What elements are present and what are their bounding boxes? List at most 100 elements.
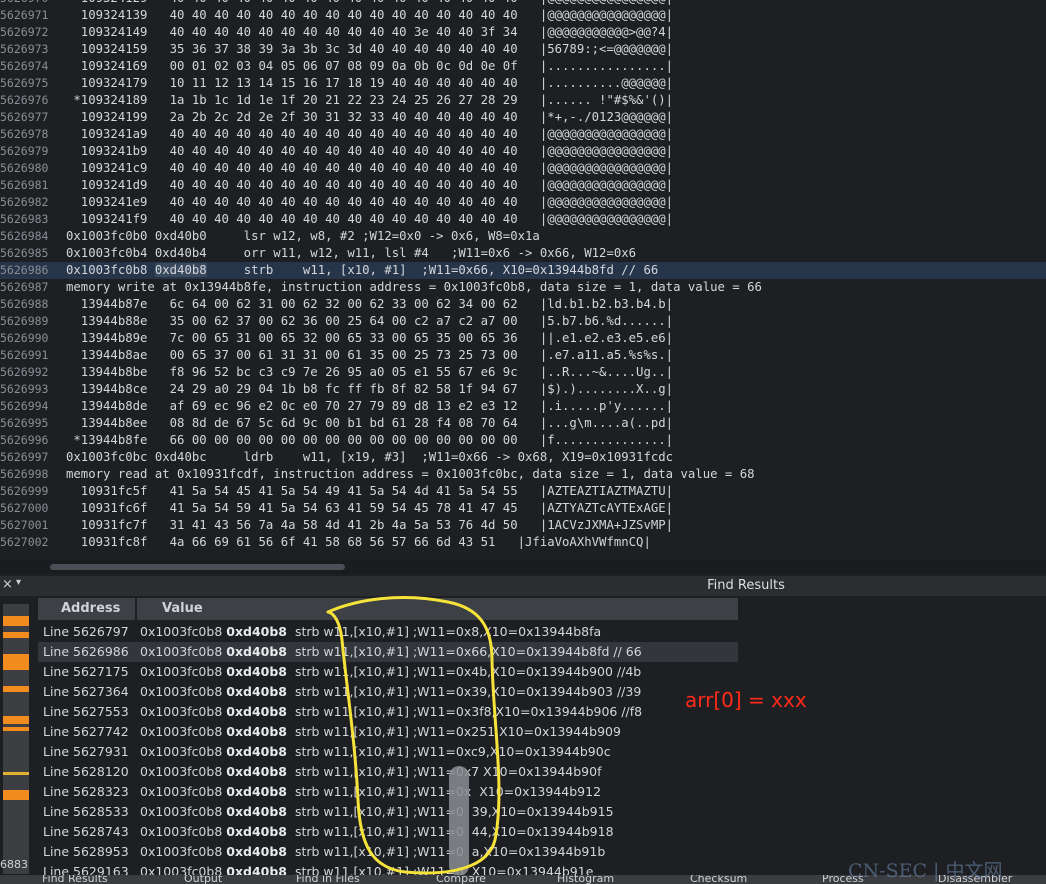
trace-line[interactable]: 5626995 13944b8ee 08 8d de 67 5c 6d 9c 0… xyxy=(0,415,1046,432)
trace-line[interactable]: 5626999 10931fc5f 41 5a 54 45 41 5a 54 4… xyxy=(0,483,1046,500)
trace-line[interactable]: 5626996 *13944b8fe 66 00 00 00 00 00 00 … xyxy=(0,432,1046,449)
result-address: Line 5628743 xyxy=(43,824,129,839)
result-row[interactable]: Line 5627931 0x1003fc0b8 0xd40b8 strb w11… xyxy=(38,742,738,762)
result-row[interactable]: Line 5627742 0x1003fc0b8 0xd40b8 strb w11… xyxy=(38,722,738,742)
line-content: 10931fc8f 4a 66 69 61 56 6f 41 58 68 56 … xyxy=(66,535,651,549)
status-tab[interactable]: Compare xyxy=(436,875,486,884)
line-content: 1093241b9 40 40 40 40 40 40 40 40 40 40 … xyxy=(66,144,674,158)
line-number: 5626974 xyxy=(0,59,49,73)
line-number: 5626992 xyxy=(0,365,49,379)
trace-line[interactable]: 5626987 memory write at 0x13944b8fe, inst… xyxy=(0,279,1046,296)
trace-line[interactable]: 5626993 13944b8ce 24 29 a0 29 04 1b b8 f… xyxy=(0,381,1046,398)
line-content: 10931fc7f 31 41 43 56 7a 4a 58 4d 41 2b … xyxy=(66,518,674,532)
trace-line[interactable]: 5626978 1093241a9 40 40 40 40 40 40 40 4… xyxy=(0,126,1046,143)
line-number: 5626994 xyxy=(0,399,49,413)
column-header-address[interactable]: Address xyxy=(38,598,135,620)
line-number: 5626983 xyxy=(0,212,49,226)
result-value: 0x1003fc0b8 0xd40b8 strb w11,[x10,#1] ;W… xyxy=(140,804,614,819)
panel-title: Find Results xyxy=(707,578,785,593)
results-minimap[interactable] xyxy=(3,604,29,874)
status-tab[interactable]: Find in Files xyxy=(296,875,360,884)
line-content: 13944b87e 6c 64 00 62 31 00 62 32 00 62 … xyxy=(66,297,674,311)
trace-view[interactable]: 5626970 109324129 40 40 40 40 40 40 40 4… xyxy=(0,0,1046,560)
trace-line[interactable]: 5627001 10931fc7f 31 41 43 56 7a 4a 58 4… xyxy=(0,517,1046,534)
trace-line[interactable]: 5626985 0x1003fc0b4 0xd40b4 orr w11, w12,… xyxy=(0,245,1046,262)
trace-line[interactable]: 5626980 1093241c9 40 40 40 40 40 40 40 4… xyxy=(0,160,1046,177)
result-row[interactable]: Line 5627553 0x1003fc0b8 0xd40b8 strb w11… xyxy=(38,702,738,722)
line-number: 5626985 xyxy=(0,246,49,260)
trace-line[interactable]: 5626981 1093241d9 40 40 40 40 40 40 40 4… xyxy=(0,177,1046,194)
line-content: 13944b8ee 08 8d de 67 5c 6d 9c 00 b1 bd … xyxy=(66,416,674,430)
line-number: 5626986 xyxy=(0,263,49,277)
trace-line[interactable]: 5626989 13944b88e 35 00 62 37 00 62 36 0… xyxy=(0,313,1046,330)
result-value: 0x1003fc0b8 0xd40b8 strb w11,[x10,#1] ;W… xyxy=(140,844,606,859)
line-content: 109324179 10 11 12 13 14 15 16 17 18 19 … xyxy=(66,76,674,90)
trace-line[interactable]: 5626971 109324139 40 40 40 40 40 40 40 4… xyxy=(0,7,1046,24)
trace-line[interactable]: 5626994 13944b8de af 69 ec 96 e2 0c e0 7… xyxy=(0,398,1046,415)
trace-line[interactable]: 5626976 *109324189 1a 1b 1c 1d 1e 1f 20 … xyxy=(0,92,1046,109)
result-row[interactable]: Line 5628120 0x1003fc0b8 0xd40b8 strb w11… xyxy=(38,762,738,782)
result-row[interactable]: Line 5627364 0x1003fc0b8 0xd40b8 strb w11… xyxy=(38,682,738,702)
line-number: 5627001 xyxy=(0,518,49,532)
result-row[interactable]: Line 5626986 0x1003fc0b8 0xd40b8 strb w11… xyxy=(38,642,738,662)
gutter-line-number: 6883 xyxy=(0,858,28,871)
line-content: 13944b8ae 00 65 37 00 61 31 31 00 61 35 … xyxy=(66,348,674,362)
result-row[interactable]: Line 5628533 0x1003fc0b8 0xd40b8 strb w11… xyxy=(38,802,738,822)
result-address: Line 5627364 xyxy=(43,684,129,699)
trace-line[interactable]: 5626972 109324149 40 40 40 40 40 40 40 4… xyxy=(0,24,1046,41)
trace-line[interactable]: 5626984 0x1003fc0b0 0xd40b0 lsr w12, w8, … xyxy=(0,228,1046,245)
vertical-scroll-indicator[interactable] xyxy=(449,766,469,876)
trace-line[interactable]: 5626997 0x1003fc0bc 0xd40bc ldrb w11, [x1… xyxy=(0,449,1046,466)
trace-line[interactable]: 5626988 13944b87e 6c 64 00 62 31 00 62 3… xyxy=(0,296,1046,313)
result-address: Line 5627175 xyxy=(43,664,129,679)
trace-line[interactable]: 5627000 10931fc6f 41 5a 54 59 41 5a 54 6… xyxy=(0,500,1046,517)
status-tab[interactable]: Histogram xyxy=(557,875,614,884)
status-tab[interactable]: Output xyxy=(184,875,222,884)
trace-line[interactable]: 5626973 109324159 35 36 37 38 39 3a 3b 3… xyxy=(0,41,1046,58)
line-content: *109324189 1a 1b 1c 1d 1e 1f 20 21 22 23… xyxy=(66,93,674,107)
result-row[interactable]: Line 5628323 0x1003fc0b8 0xd40b8 strb w11… xyxy=(38,782,738,802)
line-number: 5626980 xyxy=(0,161,49,175)
trace-line[interactable]: 5626983 1093241f9 40 40 40 40 40 40 40 4… xyxy=(0,211,1046,228)
trace-line[interactable]: 5626998 memory read at 0x10931fcdf, instr… xyxy=(0,466,1046,483)
trace-line[interactable]: 5626970 109324129 40 40 40 40 40 40 40 4… xyxy=(0,0,1046,7)
status-tab[interactable]: Find Results xyxy=(42,875,108,884)
line-number: 5626972 xyxy=(0,25,49,39)
line-content: 13944b8ce 24 29 a0 29 04 1b b8 fc ff fb … xyxy=(66,382,674,396)
result-address: Line 5628120 xyxy=(43,764,129,779)
line-content: memory write at 0x13944b8fe, instruction… xyxy=(66,280,762,294)
line-number: 5626977 xyxy=(0,110,49,124)
line-content: 109324159 35 36 37 38 39 3a 3b 3c 3d 40 … xyxy=(66,42,674,56)
line-number: 5626971 xyxy=(0,8,49,22)
horizontal-scrollbar[interactable] xyxy=(0,560,1046,574)
line-content: 109324199 2a 2b 2c 2d 2e 2f 30 31 32 33 … xyxy=(66,110,674,124)
trace-line[interactable]: 5626982 1093241e9 40 40 40 40 40 40 40 4… xyxy=(0,194,1046,211)
trace-line[interactable]: 5626977 109324199 2a 2b 2c 2d 2e 2f 30 3… xyxy=(0,109,1046,126)
column-header-value[interactable]: Value xyxy=(137,598,738,620)
trace-line[interactable]: 5626974 109324169 00 01 02 03 04 05 06 0… xyxy=(0,58,1046,75)
trace-line[interactable]: 5626975 109324179 10 11 12 13 14 15 16 1… xyxy=(0,75,1046,92)
result-row[interactable]: Line 5628743 0x1003fc0b8 0xd40b8 strb w11… xyxy=(38,822,738,842)
line-content: 0x1003fc0b0 0xd40b0 lsr w12, w8, #2 ;W12… xyxy=(66,229,540,243)
result-row[interactable]: Line 5626797 0x1003fc0b8 0xd40b8 strb w11… xyxy=(38,622,738,642)
trace-line[interactable]: 5626990 13944b89e 7c 00 65 31 00 65 32 0… xyxy=(0,330,1046,347)
trace-line[interactable]: 5626992 13944b8be f8 96 52 bc c3 c9 7e 2… xyxy=(0,364,1046,381)
line-number: 5626973 xyxy=(0,42,49,56)
trace-line[interactable]: 5627002 10931fc8f 4a 66 69 61 56 6f 41 5… xyxy=(0,534,1046,551)
result-value: 0x1003fc0b8 0xd40b8 strb w11,[x10,#1] ;W… xyxy=(140,724,621,739)
trace-line[interactable]: 5626991 13944b8ae 00 65 37 00 61 31 31 0… xyxy=(0,347,1046,364)
line-content: 0x1003fc0b4 0xd40b4 orr w11, w12, w11, l… xyxy=(66,246,637,260)
result-row[interactable]: Line 5628953 0x1003fc0b8 0xd40b8 strb w11… xyxy=(38,842,738,862)
result-row[interactable]: Line 5627175 0x1003fc0b8 0xd40b8 strb w11… xyxy=(38,662,738,682)
trace-line[interactable]: 5626986 0x1003fc0b8 0xd40b8 strb w11, [x1… xyxy=(0,262,1046,279)
status-tab[interactable]: Checksum xyxy=(690,875,747,884)
scrollbar-thumb[interactable] xyxy=(50,564,345,570)
result-value: 0x1003fc0b8 0xd40b8 strb w11,[x10,#1] ;W… xyxy=(140,664,642,679)
line-content: 1093241c9 40 40 40 40 40 40 40 40 40 40 … xyxy=(66,161,674,175)
line-content: memory read at 0x10931fcdf, instruction … xyxy=(66,467,755,481)
line-number: 5626975 xyxy=(0,76,49,90)
line-number: 5626991 xyxy=(0,348,49,362)
result-value: 0x1003fc0b8 0xd40b8 strb w11,[x10,#1] ;W… xyxy=(140,824,614,839)
line-number: 5626987 xyxy=(0,280,49,294)
trace-line[interactable]: 5626979 1093241b9 40 40 40 40 40 40 40 4… xyxy=(0,143,1046,160)
